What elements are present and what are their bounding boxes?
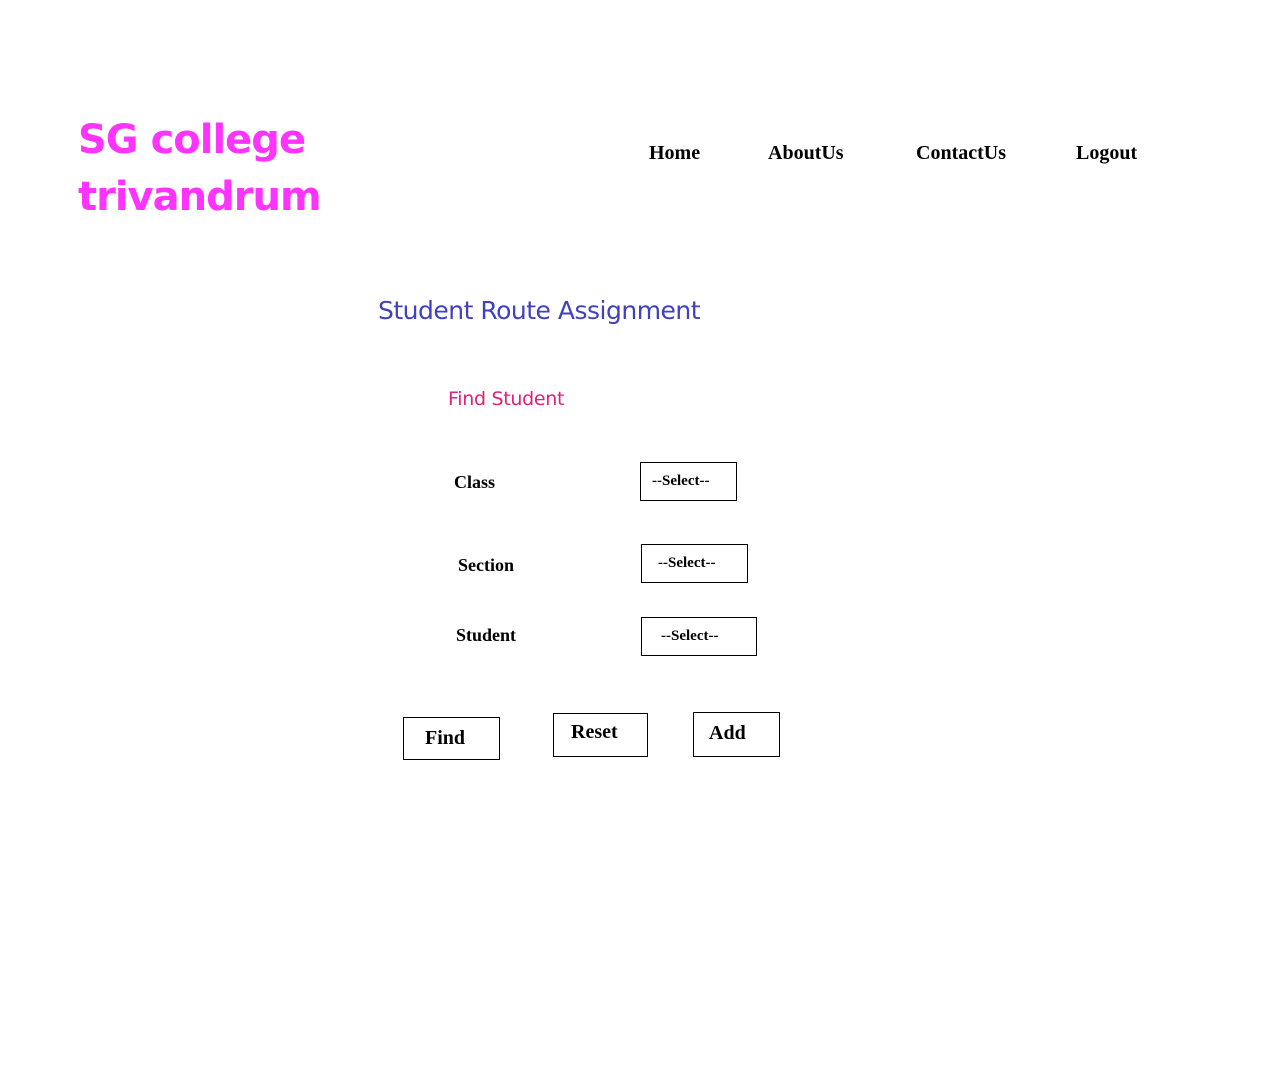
nav-home-link[interactable]: Home	[649, 142, 700, 165]
class-select[interactable]: --Select--	[640, 462, 737, 501]
logo-line-1: SG college	[78, 117, 306, 163]
reset-button-label: Reset	[571, 721, 618, 743]
page-title: Student Route Assignment	[378, 296, 701, 325]
nav-aboutus-link[interactable]: AboutUs	[768, 142, 844, 165]
nav-logout-link[interactable]: Logout	[1076, 142, 1137, 165]
student-select[interactable]: --Select--	[641, 617, 757, 656]
nav-contactus-link[interactable]: ContactUs	[916, 142, 1006, 165]
logo-line-2: trivandrum	[78, 174, 322, 220]
add-button[interactable]: Add	[693, 712, 780, 757]
find-student-heading: Find Student	[448, 388, 565, 410]
reset-button[interactable]: Reset	[553, 713, 648, 757]
section-select[interactable]: --Select--	[641, 544, 748, 583]
class-label: Class	[454, 472, 496, 492]
site-logo: SG college trivandrum	[78, 112, 338, 226]
add-button-label: Add	[709, 722, 746, 744]
student-label: Student	[456, 625, 517, 645]
find-button[interactable]: Find	[403, 717, 500, 760]
find-button-label: Find	[425, 727, 466, 749]
section-label: Section	[458, 555, 514, 575]
